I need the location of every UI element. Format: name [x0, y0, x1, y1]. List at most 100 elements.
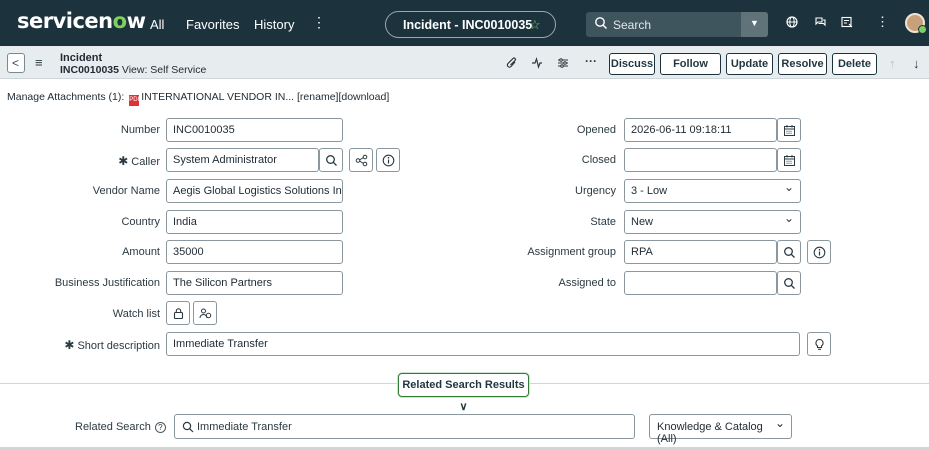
short-description-label: ✱ Short description: [64, 338, 160, 352]
more-icon[interactable]: ···: [585, 54, 597, 68]
watch-list-label: Watch list: [112, 308, 160, 320]
required-icon: ✱: [64, 338, 75, 352]
search-icon: [784, 247, 795, 258]
assigned-to-field[interactable]: [624, 271, 777, 295]
business-justification-field[interactable]: The Silicon Partners: [166, 271, 343, 295]
related-search-input[interactable]: Immediate Transfer: [174, 414, 635, 439]
discuss-button[interactable]: Discuss: [609, 53, 655, 75]
caller-hierarchy-button[interactable]: [349, 148, 373, 172]
vendor-name-label: Vendor Name: [92, 185, 160, 197]
logo-suffix: w: [126, 9, 146, 33]
search-scope-dropdown[interactable]: ▼: [741, 12, 768, 37]
country-field[interactable]: India: [166, 210, 343, 234]
attachments-bar: Manage Attachments (1): PDFINTERNATIONAL…: [7, 91, 389, 106]
state-label: State: [590, 216, 616, 228]
form-menu-icon[interactable]: ≡: [35, 55, 43, 70]
attachment-file-link[interactable]: INTERNATIONAL VENDOR IN...: [141, 91, 294, 103]
avatar[interactable]: [905, 13, 927, 34]
info-icon: [813, 246, 826, 259]
related-search-label: Related Search?: [75, 421, 166, 433]
assigned-to-lookup-button[interactable]: [777, 271, 801, 295]
closed-field[interactable]: [624, 148, 777, 172]
search-icon: [595, 17, 607, 29]
caller-label-text: Caller: [131, 156, 160, 168]
search-placeholder: Search: [613, 18, 652, 32]
chevron-down-icon: ▼: [750, 18, 759, 28]
help-icon[interactable]: ?: [154, 422, 166, 433]
global-search[interactable]: Search ▼: [586, 12, 768, 37]
help-book-icon[interactable]: [841, 16, 853, 28]
view-name: View: Self Service: [121, 64, 207, 76]
add-user-icon: [199, 308, 212, 319]
related-search-scope-select[interactable]: Knowledge & Catalog (All): [649, 414, 792, 445]
watch-list-lock-button[interactable]: [166, 301, 190, 325]
suggestion-button[interactable]: [807, 332, 831, 356]
update-button[interactable]: Update: [726, 53, 773, 75]
nav-all[interactable]: All: [150, 17, 164, 32]
top-navigation-bar: servicenow All Favorites History ⋮ Incid…: [0, 0, 929, 46]
opened-calendar-button[interactable]: [777, 118, 801, 142]
form-header: < ≡ Incident INC0010035 View: Self Servi…: [0, 46, 929, 79]
related-search-label-text: Related Search: [75, 421, 151, 433]
country-label: Country: [121, 216, 160, 228]
caller-label: ✱ Caller: [118, 154, 160, 168]
assigned-to-label: Assigned to: [558, 277, 616, 289]
short-description-field[interactable]: Immediate Transfer: [166, 332, 800, 356]
search-icon: [182, 421, 194, 433]
nav-history[interactable]: History: [254, 17, 294, 32]
nav-more-icon[interactable]: ⋮: [312, 14, 326, 31]
chat-icon[interactable]: [814, 16, 827, 28]
urgency-label: Urgency: [575, 185, 616, 197]
hierarchy-icon: [355, 154, 368, 167]
amount-label: Amount: [122, 246, 160, 258]
back-button[interactable]: <: [7, 53, 25, 73]
delete-button[interactable]: Delete: [832, 53, 877, 75]
arrow-down-icon[interactable]: ↓: [913, 56, 920, 71]
assignment-group-info-button[interactable]: [807, 240, 831, 264]
lock-icon: [173, 308, 184, 320]
business-justification-label: Business Justification: [54, 277, 160, 289]
attachment-rename-link[interactable]: [rename]: [297, 91, 338, 103]
more-options-icon[interactable]: ⋮: [876, 14, 889, 30]
related-search-value: Immediate Transfer: [197, 421, 292, 433]
urgency-select[interactable]: 3 - Low: [624, 179, 801, 203]
star-icon[interactable]: ☆: [529, 17, 541, 33]
state-select[interactable]: New: [624, 210, 801, 234]
calendar-icon: [784, 155, 795, 166]
opened-label: Opened: [576, 124, 616, 136]
opened-field[interactable]: 2026-06-11 09:18:11: [624, 118, 777, 142]
caller-field[interactable]: System Administrator: [166, 148, 319, 172]
activity-icon[interactable]: [531, 57, 543, 69]
related-search-results-button[interactable]: Related Search Results ∨: [398, 373, 529, 413]
settings-sliders-icon[interactable]: [557, 57, 569, 69]
record-context-pill[interactable]: Incident - INC0010035 ☆: [385, 11, 556, 38]
pdf-file-icon: PDF: [129, 95, 141, 106]
globe-icon[interactable]: [786, 16, 798, 28]
arrow-up-icon[interactable]: ↑: [889, 56, 896, 71]
info-icon: [382, 154, 395, 167]
attachment-download-link[interactable]: [download]: [338, 91, 389, 103]
caller-info-button[interactable]: [376, 148, 400, 172]
assignment-group-field[interactable]: RPA: [624, 240, 777, 264]
record-number: INC0010035: [60, 64, 119, 76]
watch-list-add-me-button[interactable]: [193, 301, 217, 325]
form-subtitle: INC0010035 View: Self Service: [60, 64, 206, 76]
amount-field[interactable]: 35000: [166, 240, 343, 264]
assignment-group-label: Assignment group: [527, 246, 616, 258]
servicenow-logo[interactable]: servicenow: [17, 9, 146, 33]
caller-lookup-button[interactable]: [319, 148, 343, 172]
resolve-button[interactable]: Resolve: [778, 53, 827, 75]
status-badge: [918, 25, 927, 34]
vendor-name-field[interactable]: Aegis Global Logistics Solutions Inc.: [166, 179, 343, 203]
closed-calendar-button[interactable]: [777, 148, 801, 172]
logo-text: servicen: [17, 9, 113, 33]
nav-favorites[interactable]: Favorites: [186, 17, 239, 32]
follow-button[interactable]: Follow: [660, 53, 721, 75]
number-field[interactable]: INC0010035: [166, 118, 343, 142]
assignment-group-lookup-button[interactable]: [777, 240, 801, 264]
number-label: Number: [120, 124, 160, 136]
search-icon: [326, 155, 337, 166]
attachments-label: Manage Attachments (1):: [7, 91, 125, 103]
paperclip-icon[interactable]: [506, 57, 518, 70]
short-description-label-text: Short description: [77, 340, 160, 352]
